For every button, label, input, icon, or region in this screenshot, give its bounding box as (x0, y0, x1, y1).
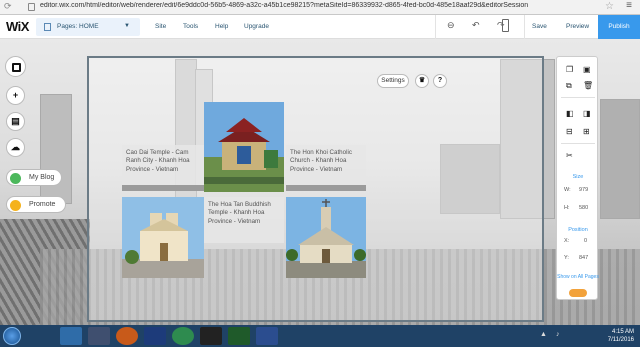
x-label: X: (564, 238, 570, 244)
zoom-icon[interactable]: ⊖ (447, 20, 455, 31)
explorer-taskbar-icon[interactable] (60, 327, 82, 345)
church-illustration (286, 197, 366, 278)
height-value[interactable]: 580 (579, 205, 588, 211)
menu-tools[interactable]: Tools (183, 23, 198, 30)
clock-time: 4:15 AM (611, 329, 634, 335)
copy-icon[interactable]: ❐ (566, 65, 573, 74)
publish-button[interactable]: Publish (598, 15, 640, 39)
distribute-icon[interactable]: ⊟ (566, 127, 573, 136)
url-text[interactable]: editor.wix.com/html/editor/web/renderer/… (40, 2, 600, 9)
x-value[interactable]: 0 (584, 238, 587, 244)
undo-icon[interactable]: ↶ (472, 20, 480, 31)
pages-label: Pages: HOME (57, 23, 99, 30)
preview-button[interactable]: Preview (566, 23, 589, 30)
y-label: Y: (564, 255, 569, 261)
align-icon[interactable]: ◨ (583, 109, 591, 118)
gallery-card[interactable]: The Hoa Tan Buddhish Temple - Khanh Hoa … (204, 197, 284, 243)
card-footer (122, 185, 204, 191)
browser-address-bar[interactable]: ⟳ editor.wix.com/html/editor/web/rendere… (0, 0, 640, 15)
card-title: Cao Dai Temple - Cam Ranh City - Khanh H… (126, 149, 190, 173)
arrange-icon[interactable]: ◧ (566, 109, 574, 118)
photo-cao-dai-temple[interactable] (204, 102, 284, 192)
card-title: The Hoa Tan Buddhish Temple - Khanh Hoa … (208, 201, 271, 225)
photo-hon-khoi-church[interactable] (286, 197, 366, 278)
volume-icon[interactable]: ♪ (556, 331, 560, 338)
show-on-all-pages-label[interactable]: Show on All Pages (557, 274, 599, 280)
y-value[interactable]: 847 (579, 255, 588, 261)
app-taskbar-icon[interactable] (200, 327, 222, 345)
inspector-panel: ❐ ▣ ⧉ 🗑 ◧ ◨ ⊟ ⊞ ✂ Size W: 979 H: 580 Pos… (556, 56, 599, 300)
pages-dropdown[interactable]: Pages: HOME ▼ (36, 18, 140, 36)
settings-toolbar: Settings ♛ ? (377, 74, 447, 88)
menu-site[interactable]: Site (155, 23, 166, 30)
save-button[interactable]: Save (532, 23, 547, 30)
excel-taskbar-icon[interactable] (228, 327, 250, 345)
cut-icon[interactable]: ✂ (566, 151, 573, 160)
promote-button[interactable]: Promote (6, 196, 66, 213)
browser-menu-icon[interactable]: ≡ (626, 0, 632, 11)
word-taskbar-icon[interactable] (256, 327, 278, 345)
page-icon (44, 23, 51, 31)
card-title: The Hon Khoi Catholic Church - Khanh Hoa… (290, 149, 352, 173)
chevron-down-icon: ▼ (124, 23, 130, 29)
temple-illustration (122, 197, 204, 278)
temple-illustration (204, 102, 284, 192)
photoshop-taskbar-icon[interactable] (144, 327, 166, 345)
firefox-taskbar-icon[interactable] (116, 327, 138, 345)
height-label: H: (564, 205, 570, 211)
menu-upgrade[interactable]: Upgrade (244, 23, 269, 30)
size-label: Size (572, 174, 584, 180)
media-taskbar-icon[interactable] (88, 327, 110, 345)
upload-icon[interactable]: ☁ (6, 138, 25, 157)
divider (561, 143, 595, 144)
system-clock[interactable]: 4:15 AM 7/11/2016 (608, 328, 634, 344)
settings-button[interactable]: Settings (377, 74, 409, 88)
mobile-view-icon[interactable] (502, 19, 509, 32)
card-footer (286, 185, 366, 191)
media-icon[interactable]: ▤ (6, 112, 25, 131)
help-button[interactable]: ? (433, 74, 447, 88)
promote-icon (10, 200, 21, 211)
promote-label: Promote (29, 201, 56, 208)
reload-icon[interactable]: ⟳ (4, 1, 12, 12)
blog-icon (10, 173, 21, 184)
wix-logo: WiX (6, 19, 29, 34)
windows-taskbar: ▲ ♪ 4:15 AM 7/11/2016 (0, 325, 640, 347)
delete-icon[interactable]: 🗑 (583, 81, 593, 90)
clock-date: 7/11/2016 (607, 337, 634, 343)
width-value[interactable]: 979 (579, 187, 588, 193)
screen: ⟳ editor.wix.com/html/editor/web/rendere… (0, 0, 640, 347)
network-icon[interactable]: ▲ (540, 331, 547, 338)
duplicate-icon[interactable]: ⧉ (566, 81, 572, 91)
background-button[interactable] (5, 56, 26, 77)
chrome-taskbar-icon[interactable] (172, 327, 194, 345)
start-button[interactable] (3, 327, 21, 345)
divider (524, 15, 525, 39)
crown-icon[interactable]: ♛ (415, 74, 429, 88)
position-label: Position (568, 227, 588, 233)
my-blog-button[interactable]: My Blog (6, 169, 62, 186)
photo-hoa-tan-temple[interactable] (122, 197, 204, 278)
show-all-toggle[interactable] (569, 289, 587, 297)
menu-help[interactable]: Help (215, 23, 228, 30)
my-blog-label: My Blog (29, 174, 55, 181)
paste-icon[interactable]: ▣ (583, 65, 591, 74)
star-icon[interactable]: ☆ (605, 1, 614, 12)
width-label: W: (564, 187, 571, 193)
divider (435, 15, 436, 39)
gallery-card[interactable]: Cao Dai Temple - Cam Ranh City - Khanh H… (122, 145, 204, 191)
match-size-icon[interactable]: ⊞ (583, 127, 590, 136)
add-icon[interactable]: + (6, 86, 25, 105)
gallery-card[interactable]: The Hon Khoi Catholic Church - Khanh Hoa… (286, 145, 366, 191)
building-shape (40, 94, 72, 204)
lock-icon (28, 3, 35, 11)
divider (561, 97, 595, 98)
editor-top-bar: WiX Pages: HOME ▼ Site Tools Help Upgrad… (0, 15, 640, 39)
building-shape (600, 99, 640, 219)
